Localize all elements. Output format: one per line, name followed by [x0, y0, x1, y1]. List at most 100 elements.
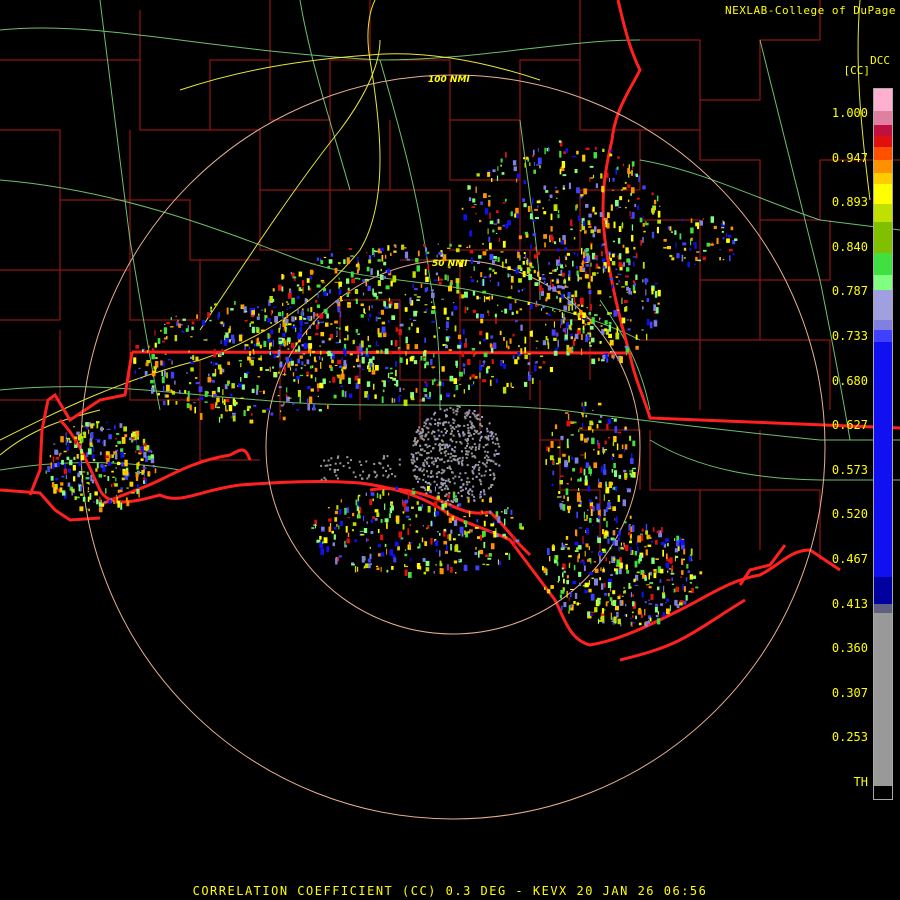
radar-echo-pixel	[405, 515, 410, 518]
radar-echo-pixel	[437, 492, 440, 495]
radar-echo-pixel	[458, 405, 461, 408]
radar-echo-pixel	[296, 296, 300, 299]
radar-echo-pixel	[443, 307, 447, 315]
radar-echo-pixel	[607, 437, 611, 439]
radar-echo-pixel	[326, 546, 330, 553]
radar-echo-pixel	[336, 374, 339, 377]
radar-echo-pixel	[419, 453, 422, 456]
radar-echo-pixel	[721, 227, 725, 229]
radar-echo-pixel	[600, 615, 605, 622]
radar-echo-pixel	[90, 423, 94, 429]
radar-echo-pixel	[675, 540, 680, 547]
radar-echo-pixel	[455, 425, 458, 428]
radar-echo-pixel	[443, 461, 446, 464]
radar-echo-pixel	[347, 334, 349, 341]
radar-echo-pixel	[579, 582, 582, 586]
radar-echo-pixel	[445, 408, 448, 411]
radar-echo-pixel	[376, 270, 379, 276]
radar-echo-pixel	[373, 252, 375, 257]
radar-echo-pixel	[444, 502, 448, 508]
radar-echo-pixel	[633, 290, 636, 294]
radar-echo-pixel	[598, 420, 602, 423]
radar-echo-pixel	[592, 233, 596, 238]
radar-echo-pixel	[417, 250, 420, 257]
radar-echo-pixel	[336, 456, 339, 459]
radar-echo-pixel	[480, 272, 483, 278]
radar-echo-pixel	[152, 465, 155, 468]
radar-echo-pixel	[361, 477, 363, 480]
radar-echo-pixel	[563, 495, 565, 499]
radar-echo-pixel	[220, 321, 224, 325]
radar-echo-pixel	[290, 367, 292, 371]
radar-echo-pixel	[86, 471, 89, 475]
radar-echo-pixel	[456, 405, 459, 408]
radar-echo-pixel	[623, 469, 627, 473]
radar-echo-pixel	[565, 264, 567, 267]
radar-echo-pixel	[424, 480, 427, 483]
radar-echo-pixel	[416, 501, 419, 505]
radar-echo-pixel	[296, 284, 300, 287]
radar-echo-pixel	[584, 323, 587, 326]
radar-echo-pixel	[293, 324, 295, 326]
radar-echo-pixel	[570, 219, 573, 227]
radar-echo-pixel	[354, 298, 356, 301]
radar-echo-pixel	[447, 266, 450, 268]
radar-echo-pixel	[359, 353, 361, 356]
radar-echo-pixel	[486, 564, 490, 566]
radar-echo-pixel	[582, 412, 584, 418]
radar-echo-pixel	[556, 332, 559, 337]
radar-echo-pixel	[547, 285, 552, 291]
radar-echo-pixel	[74, 441, 77, 445]
radar-echo-pixel	[634, 283, 636, 286]
radar-echo-pixel	[328, 526, 332, 532]
radar-echo-pixel	[453, 492, 455, 495]
radar-echo-pixel	[404, 569, 408, 576]
radar-echo-pixel	[462, 432, 465, 435]
radar-echo-pixel	[272, 339, 274, 347]
radar-echo-pixel	[500, 164, 502, 167]
radar-echo-pixel	[716, 237, 719, 245]
radar-echo-pixel	[619, 528, 621, 535]
radar-echo-pixel	[632, 594, 634, 597]
radar-echo-pixel	[133, 357, 137, 364]
radar-echo-pixel	[273, 354, 277, 359]
radar-echo-pixel	[555, 190, 559, 194]
radar-echo-pixel	[357, 333, 361, 335]
radar-echo-pixel	[249, 351, 251, 356]
radar-echo-pixel	[149, 472, 151, 475]
radar-echo-pixel	[566, 579, 569, 585]
radar-echo-pixel	[368, 259, 372, 264]
radar-echo-pixel	[450, 427, 453, 430]
radar-echo-pixel	[556, 295, 558, 299]
color-scale-segment	[874, 603, 892, 613]
radar-echo-pixel	[258, 391, 263, 393]
radar-echo-pixel	[642, 262, 645, 269]
radar-echo-pixel	[404, 251, 409, 259]
radar-echo-pixel	[450, 506, 452, 509]
radar-echo-pixel	[559, 475, 564, 477]
radar-echo-pixel	[602, 621, 605, 624]
radar-echo-pixel	[317, 388, 319, 392]
radar-echo-pixel	[345, 326, 348, 331]
radar-echo-pixel	[534, 361, 538, 364]
radar-echo-pixel	[433, 501, 438, 508]
radar-echo-pixel	[83, 431, 87, 439]
radar-echo-pixel	[615, 486, 617, 492]
radar-echo-pixel	[462, 483, 465, 486]
radar-map[interactable]: 100 NMI 50 NMI	[0, 0, 900, 900]
radar-echo-pixel	[528, 273, 533, 281]
radar-echo-pixel	[624, 345, 629, 349]
radar-echo-pixel	[507, 266, 511, 270]
radar-echo-pixel	[394, 302, 398, 309]
radar-echo-pixel	[367, 365, 369, 370]
radar-echo-pixel	[394, 383, 397, 386]
radar-echo-pixel	[459, 441, 462, 443]
radar-echo-pixel	[487, 557, 492, 560]
radar-echo-pixel	[152, 371, 156, 373]
radar-echo-pixel	[327, 507, 330, 509]
radar-echo-pixel	[640, 614, 644, 618]
radar-echo-pixel	[559, 150, 562, 158]
radar-echo-pixel	[382, 276, 386, 279]
radar-echo-pixel	[687, 261, 690, 268]
radar-echo-pixel	[92, 447, 95, 452]
